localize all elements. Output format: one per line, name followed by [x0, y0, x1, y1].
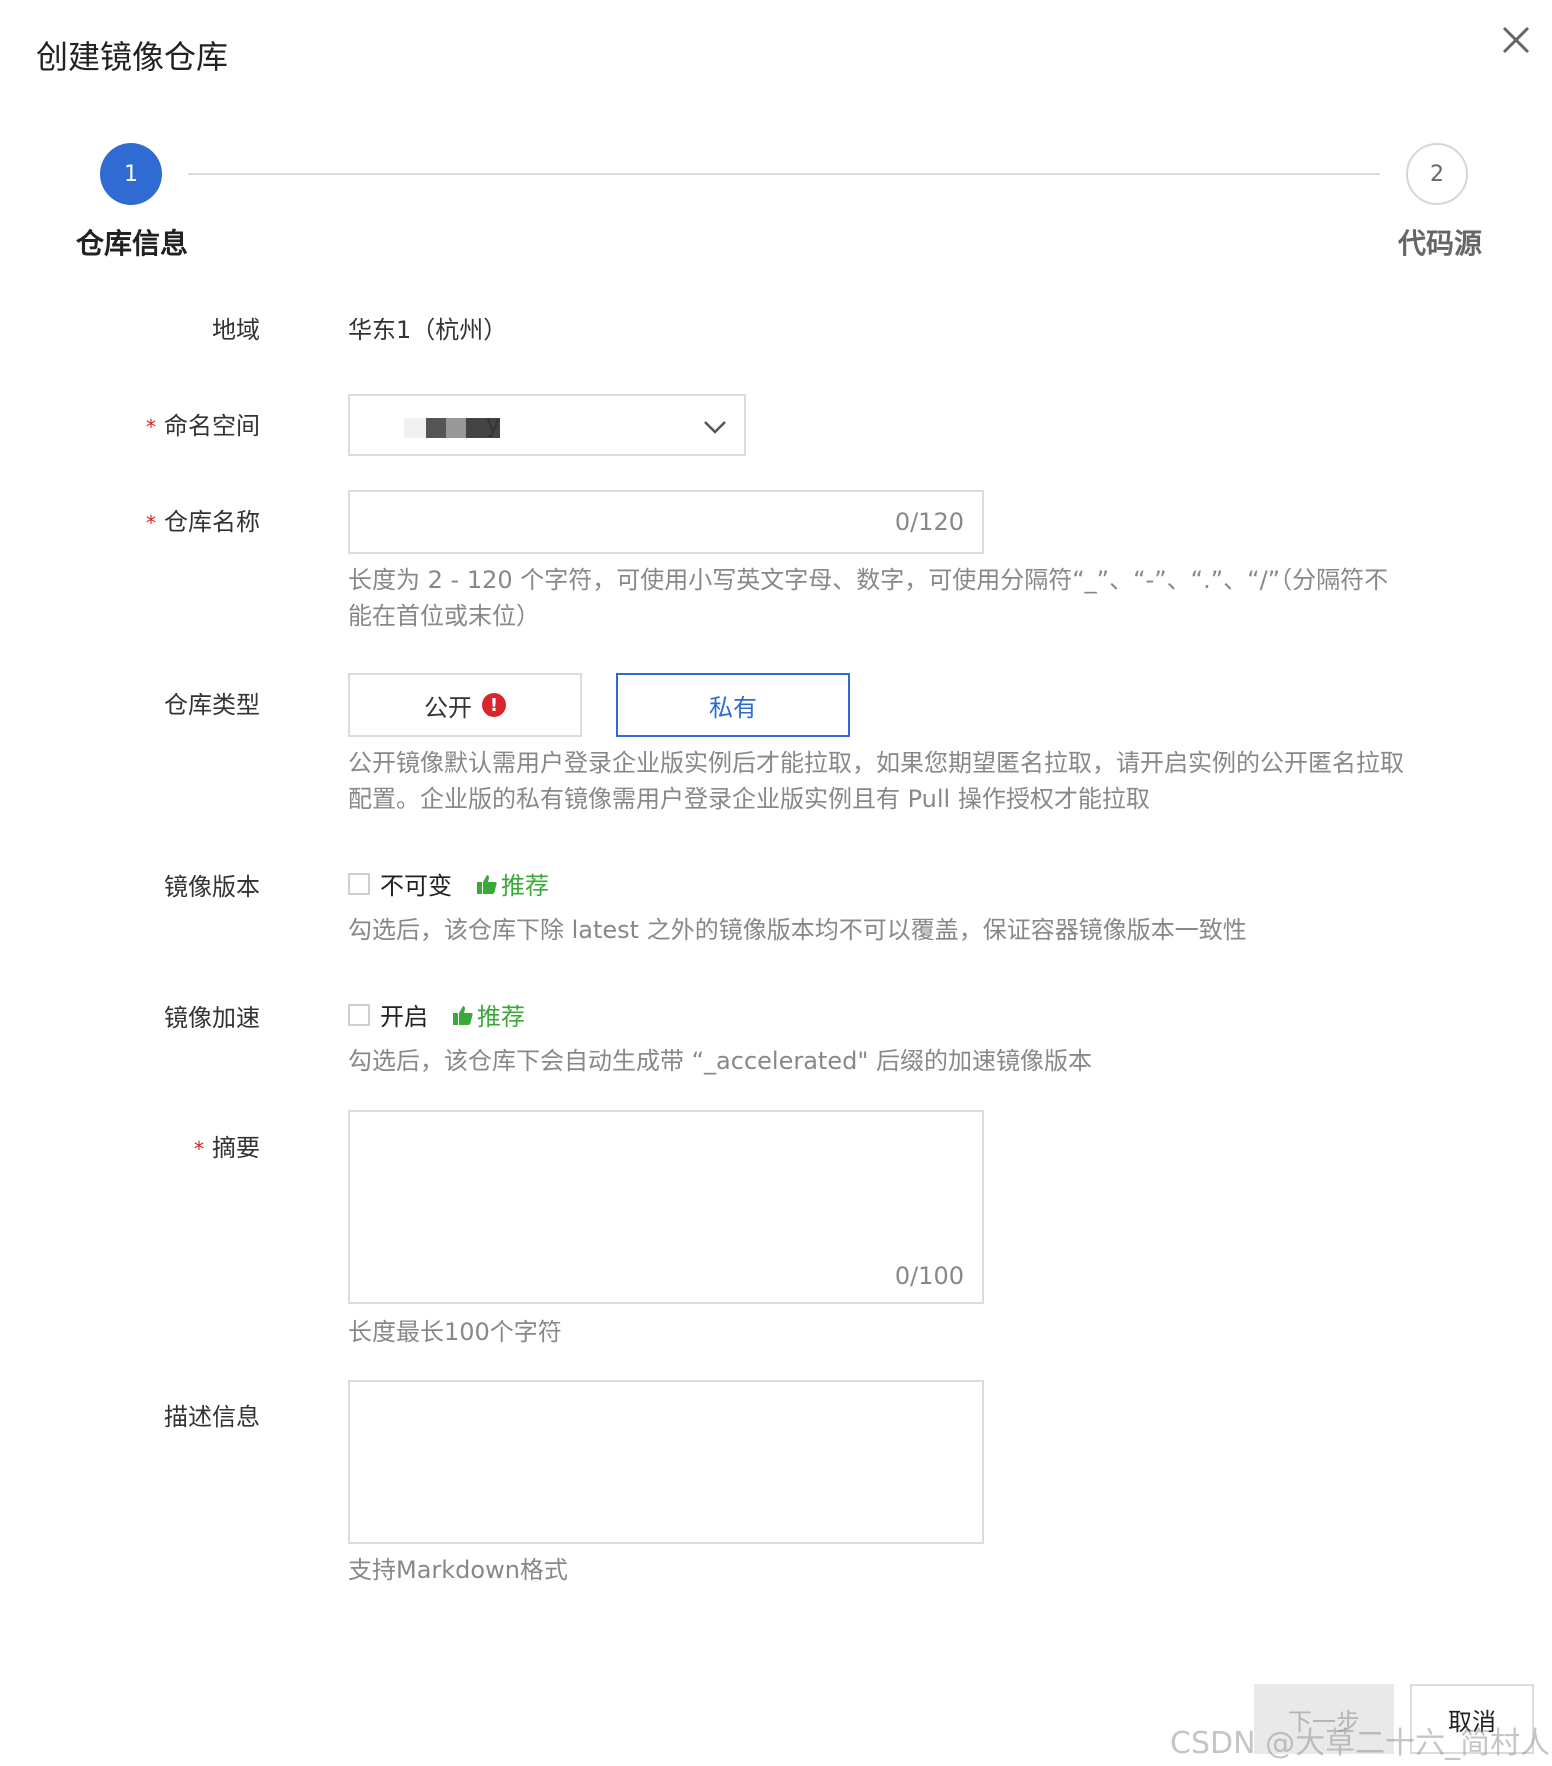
recommend-text: 推荐: [477, 1003, 525, 1031]
redacted-value: [426, 418, 446, 438]
repo-type-label: 仓库类型: [164, 691, 260, 719]
namespace-label: * 命名空间: [0, 406, 260, 441]
summary-label: * 摘要: [0, 1128, 260, 1163]
step-1-label: 仓库信息: [76, 227, 189, 260]
description-hint: 支持Markdown格式: [348, 1556, 568, 1584]
close-button[interactable]: [1496, 20, 1536, 60]
private-label: 私有: [709, 693, 757, 722]
stepper-line: [188, 173, 1380, 175]
chevron-down-icon: [704, 421, 726, 434]
warning-icon: !: [482, 693, 506, 717]
namespace-label-text: 命名空间: [164, 412, 260, 440]
step-2-label: 代码源: [1398, 227, 1483, 260]
repo-type-public-button[interactable]: 公开 !: [348, 673, 582, 737]
recommend-badge: 推荐: [452, 997, 525, 1032]
thumbs-up-icon: [453, 1005, 473, 1025]
accel-checkbox[interactable]: [348, 1003, 370, 1026]
close-icon: [1502, 26, 1530, 54]
required-mark: *: [146, 415, 156, 439]
summary-textarea[interactable]: 0/100: [348, 1110, 984, 1304]
accel-row: 开启 推荐: [348, 997, 525, 1032]
region-value: 华东1（杭州）: [348, 316, 508, 344]
namespace-value-suffix: y: [486, 410, 501, 438]
accel-label[interactable]: 开启: [380, 997, 428, 1032]
recommend-badge: 推荐: [476, 866, 549, 901]
repo-type-hint: 公开镜像默认需用户登录企业版实例后才能拉取，如果您期望匿名拉取，请开启实例的公开…: [348, 749, 1404, 813]
summary-counter: 0/100: [894, 1262, 964, 1290]
immutable-row: 不可变 推荐: [348, 866, 549, 901]
image-version-label: 镜像版本: [164, 873, 260, 901]
immutable-label[interactable]: 不可变: [380, 866, 452, 901]
repo-name-hint: 长度为 2 - 120 个字符，可使用小写英文字母、数字，可使用分隔符“_”、“…: [348, 566, 1389, 630]
namespace-select[interactable]: y: [348, 394, 746, 456]
watermark: CSDN @大草二十六_简村人: [1170, 1726, 1551, 1761]
description-label: 描述信息: [164, 1403, 260, 1431]
repo-name-label-text: 仓库名称: [164, 508, 260, 536]
summary-label-text: 摘要: [212, 1134, 260, 1162]
required-mark: *: [146, 511, 156, 535]
dialog-title: 创建镜像仓库: [36, 38, 229, 76]
description-textarea[interactable]: [348, 1380, 984, 1544]
repo-name-counter: 0/120: [894, 508, 964, 536]
redacted-value: [404, 418, 426, 438]
summary-hint: 长度最长100个字符: [348, 1318, 562, 1346]
repo-type-private-button[interactable]: 私有: [616, 673, 850, 737]
redacted-value: [446, 418, 466, 438]
immutable-checkbox[interactable]: [348, 872, 370, 895]
repo-name-label: * 仓库名称: [0, 502, 260, 537]
recommend-text: 推荐: [501, 872, 549, 900]
public-label: 公开: [424, 693, 472, 722]
image-accel-label: 镜像加速: [164, 1004, 260, 1032]
step-2-indicator: 2: [1406, 143, 1468, 205]
step-1-indicator: 1: [100, 143, 162, 205]
required-mark: *: [194, 1137, 204, 1161]
region-label: 地域: [212, 316, 260, 344]
repo-name-input[interactable]: 0/120: [348, 490, 984, 554]
image-version-hint: 勾选后，该仓库下除 latest 之外的镜像版本均不可以覆盖，保证容器镜像版本一…: [348, 916, 1247, 944]
image-accel-hint: 勾选后，该仓库下会自动生成带 “_accelerated" 后缀的加速镜像版本: [348, 1047, 1093, 1075]
thumbs-up-icon: [477, 874, 497, 894]
